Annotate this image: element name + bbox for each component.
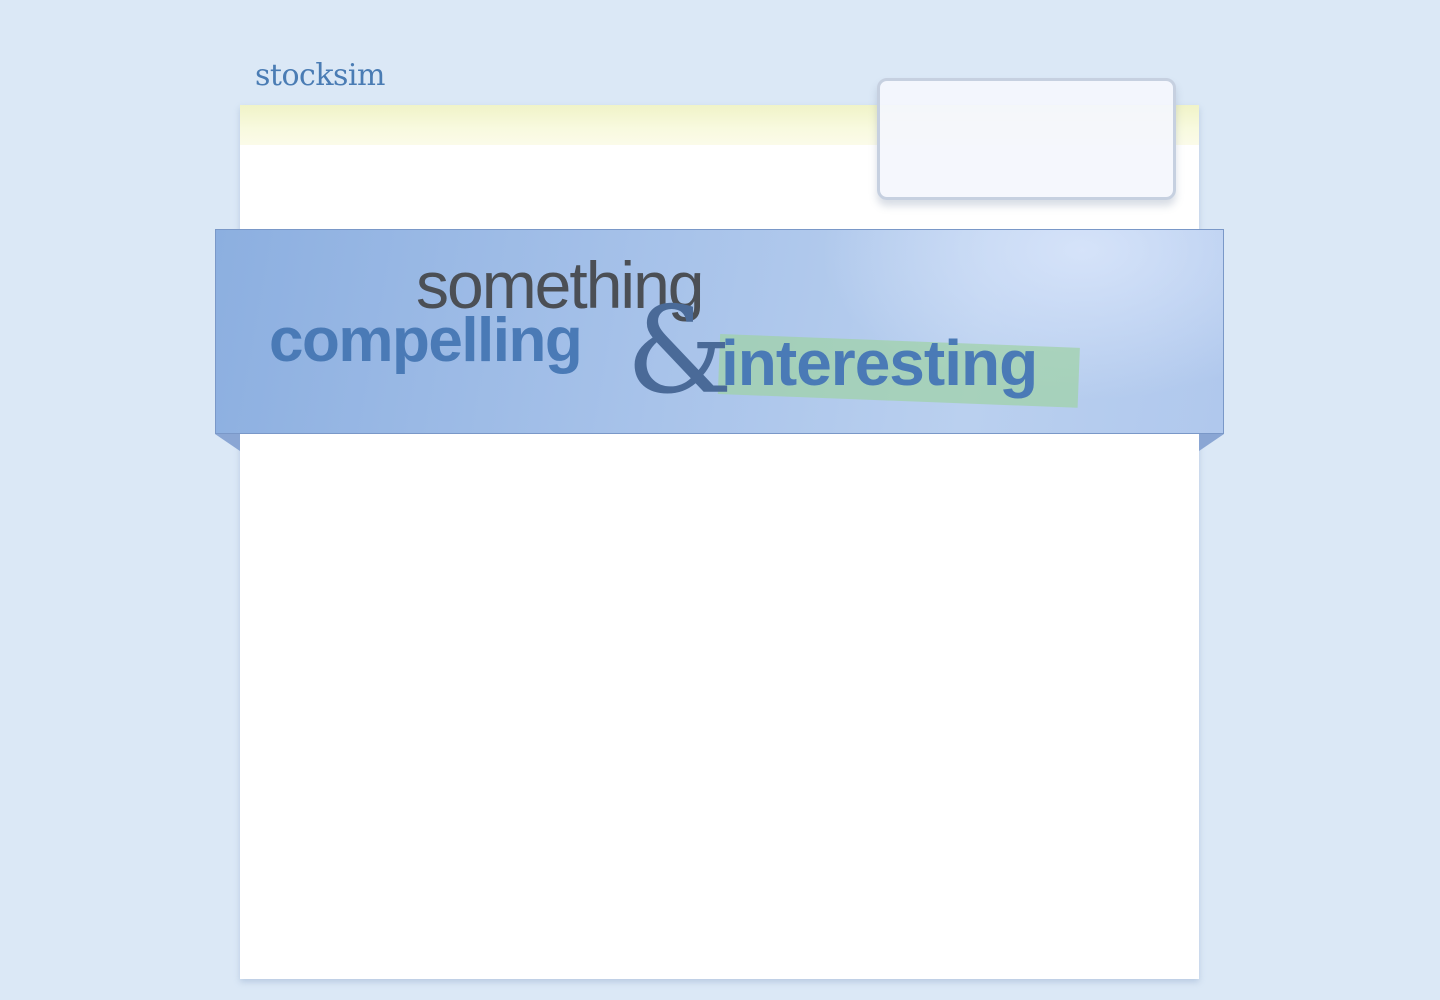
login-panel[interactable] xyxy=(877,78,1176,200)
stocksim-logo[interactable]: stocksim xyxy=(255,58,385,93)
banner-ampersand: & xyxy=(626,282,733,421)
banner-line-interesting: interesting xyxy=(721,327,1038,399)
banner-fold-left xyxy=(215,434,240,451)
banner-line-compelling: compelling xyxy=(269,306,583,375)
hero-banner: something compelling & interesting xyxy=(215,229,1224,434)
banner-fold-right xyxy=(1199,434,1224,451)
